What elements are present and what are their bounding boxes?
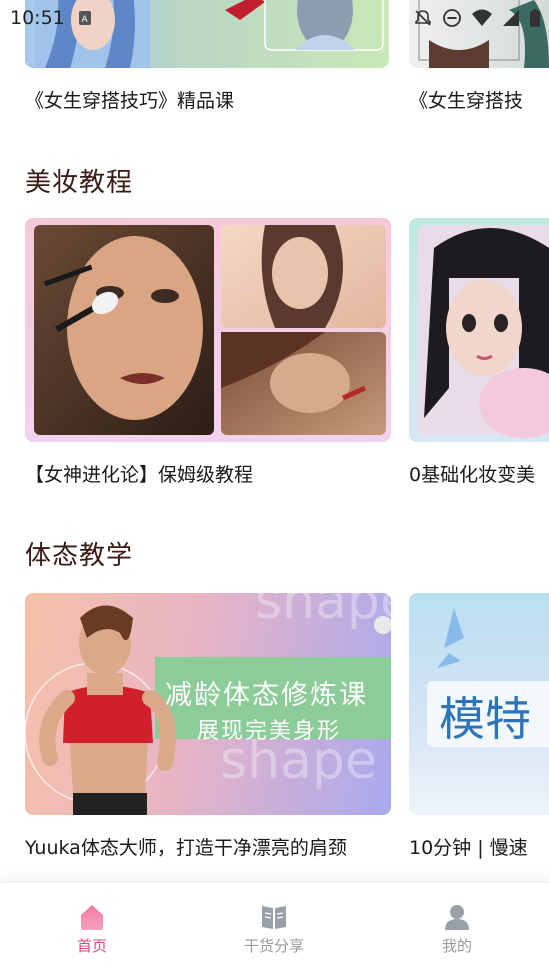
section-title-posture: 体态教学 — [25, 541, 134, 571]
profile-icon — [445, 905, 469, 930]
section-title-makeup: 美妆教程 — [25, 168, 134, 198]
makeup-course-row[interactable]: 【女神进化论】保姆级教程 0基础化妆变美 — [0, 218, 549, 493]
tab-home[interactable]: 首页 — [32, 901, 152, 956]
tab-label: 我的 — [441, 937, 472, 955]
status-bar: 10:51 A — [0, 0, 549, 38]
makeup-portrait-collage — [34, 225, 386, 435]
bottom-tab-bar: 首页 干货分享 我的 — [0, 882, 549, 976]
course-title: 【女神进化论】保姆级教程 — [25, 464, 254, 486]
course-title: 《女生穿搭技巧》精品课 — [25, 90, 235, 112]
status-time: 10:51 — [10, 7, 65, 29]
posture-course-row[interactable]: shape shape 减龄体态修炼课 展现完美身形 Yuuka体态大师，打造干… — [0, 593, 549, 868]
banner-subheadline: 展现完美身形 — [197, 719, 342, 744]
makeup-portrait — [418, 225, 549, 438]
home-icon — [81, 905, 103, 930]
signal-icon — [503, 10, 519, 26]
course-card[interactable]: 【女神进化论】保姆级教程 — [25, 218, 391, 488]
course-thumbnail: shape shape 减龄体态修炼课 展现完美身形 — [25, 593, 391, 815]
course-title: Yuuka体态大师，打造干净漂亮的肩颈 — [25, 837, 347, 859]
banner-watermark: shape — [255, 593, 391, 631]
tab-share[interactable]: 干货分享 — [214, 901, 334, 956]
status-system-icons — [413, 8, 541, 28]
keyboard-notification-icon: A — [79, 11, 91, 25]
course-title: 《女生穿搭技 — [409, 90, 524, 112]
course-card[interactable]: shape shape 减龄体态修炼课 展现完美身形 Yuuka体态大师，打造干… — [25, 593, 391, 863]
tab-label: 首页 — [76, 937, 107, 955]
do-not-disturb-icon — [443, 9, 461, 27]
course-thumbnail — [25, 218, 391, 442]
mute-icon — [415, 10, 431, 26]
course-thumbnail: 模特 — [409, 593, 549, 815]
wifi-icon — [472, 9, 492, 26]
course-title: 0基础化妆变美 — [409, 464, 536, 486]
status-notification-icons: A — [78, 10, 92, 26]
course-card[interactable]: 模特 10分钟 | 慢速 — [409, 593, 549, 863]
course-title: 10分钟 | 慢速 — [409, 837, 528, 859]
tab-profile[interactable]: 我的 — [397, 901, 517, 956]
book-icon — [262, 906, 286, 929]
tab-label: 干货分享 — [243, 937, 304, 955]
battery-icon — [530, 9, 540, 27]
banner-headline: 减龄体态修炼课 — [165, 680, 368, 711]
banner-headline: 模特 — [439, 692, 531, 746]
course-thumbnail — [409, 218, 549, 442]
course-card[interactable]: 0基础化妆变美 — [409, 218, 549, 488]
svg-text:A: A — [82, 15, 89, 25]
